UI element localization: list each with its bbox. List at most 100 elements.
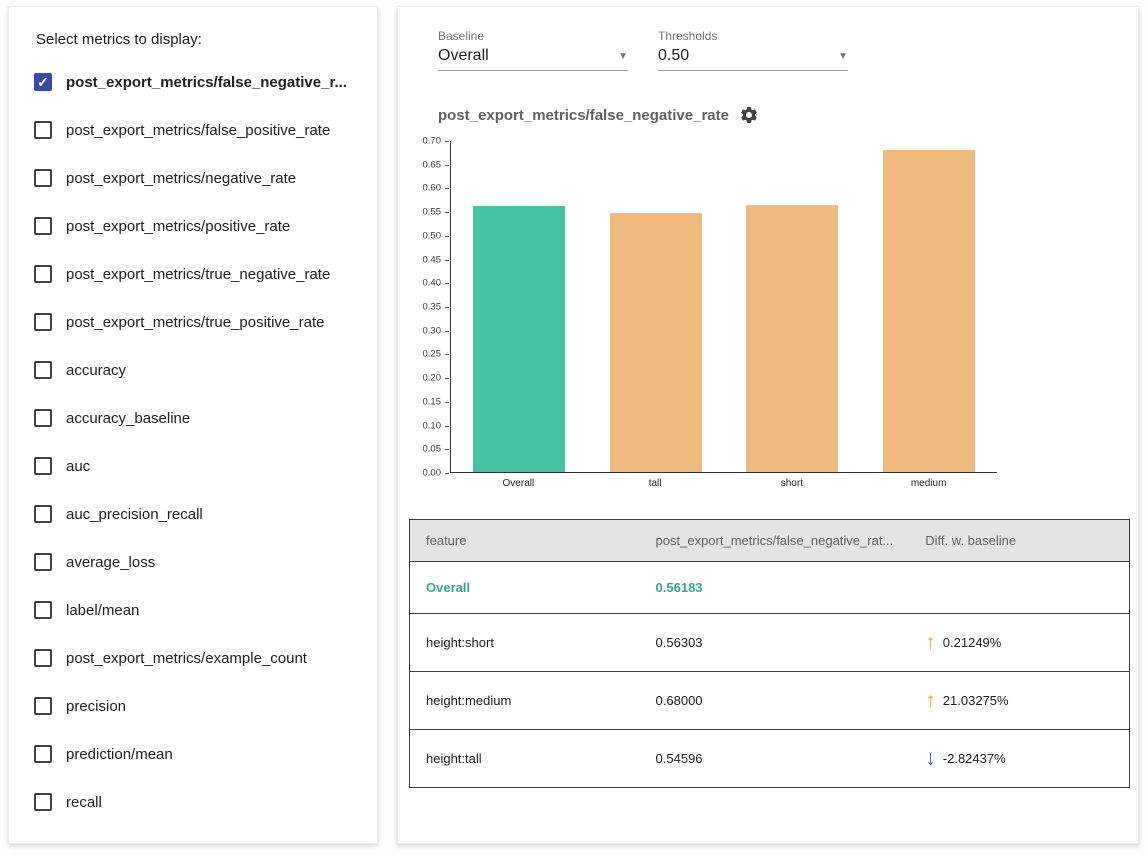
metric-checkbox-item[interactable]: auc_precision_recall xyxy=(27,490,359,538)
y-axis-label: 0.25 xyxy=(423,349,442,360)
checkbox-unchecked-icon[interactable] xyxy=(34,409,52,427)
y-axis-label: 0.40 xyxy=(423,278,442,289)
x-axis-label: tall xyxy=(587,478,724,489)
metric-checkbox-item[interactable]: accuracy xyxy=(27,346,359,394)
table-column-header: feature xyxy=(410,520,640,562)
table-row[interactable]: height:medium0.68000↑21.03275% xyxy=(410,672,1130,730)
bar-slot xyxy=(588,141,725,472)
arrow-up-icon: ↑ xyxy=(925,632,936,653)
thresholds-select-value: 0.50 xyxy=(658,47,689,65)
metric-label: prediction/mean xyxy=(66,746,173,763)
y-axis-tick xyxy=(445,354,449,355)
y-axis-tick xyxy=(445,236,449,237)
baseline-select[interactable]: Baseline Overall ▼ xyxy=(438,29,628,71)
y-axis-label: 0.30 xyxy=(423,325,442,336)
fairness-indicators-app: Select metrics to display: ✓post_export_… xyxy=(0,0,1147,850)
checkbox-unchecked-icon[interactable] xyxy=(34,505,52,523)
controls-row: Baseline Overall ▼ Thresholds 0.50 ▼ xyxy=(438,29,1138,71)
diff-cell xyxy=(909,562,1129,614)
metric-checkbox-item[interactable]: post_export_metrics/positive_rate xyxy=(27,202,359,250)
metric-label: accuracy xyxy=(66,362,126,379)
metric-label: accuracy_baseline xyxy=(66,410,190,427)
table-column-header: post_export_metrics/false_negative_rat..… xyxy=(640,520,910,562)
metric-label: average_loss xyxy=(66,554,155,571)
metric-label: post_export_metrics/true_negative_rate xyxy=(66,266,330,283)
checkbox-unchecked-icon[interactable] xyxy=(34,649,52,667)
y-axis-tick xyxy=(445,188,449,189)
x-axis-label: medium xyxy=(860,478,997,489)
bar-chart: 0.000.050.100.150.200.250.300.350.400.45… xyxy=(398,141,1138,489)
y-axis-tick xyxy=(445,283,449,284)
checkbox-unchecked-icon[interactable] xyxy=(34,121,52,139)
checkbox-checked-icon[interactable]: ✓ xyxy=(34,73,52,91)
metric-checkbox-item[interactable]: accuracy_baseline xyxy=(27,394,359,442)
table-row[interactable]: height:short0.56303 ↑ 0.21249% xyxy=(410,614,1130,672)
metric-checkbox-item[interactable]: precision xyxy=(27,682,359,730)
feature-cell: height:short xyxy=(410,614,640,672)
metric-list: ✓ post_export_metrics/false_negative_r...… xyxy=(27,58,359,826)
table-column-header: Diff. w. baseline xyxy=(909,520,1129,562)
checkbox-unchecked-icon[interactable] xyxy=(34,553,52,571)
metric-checkbox-item[interactable]: post_export_metrics/negative_rate xyxy=(27,154,359,202)
feature-cell: height:medium xyxy=(410,672,640,730)
metric-checkbox-item[interactable]: auc xyxy=(27,442,359,490)
checkbox-unchecked-icon[interactable] xyxy=(34,601,52,619)
diff-cell: ↑ 0.21249% xyxy=(909,614,1129,672)
metric-label: auc_precision_recall xyxy=(66,506,203,523)
checkbox-unchecked-icon[interactable] xyxy=(34,217,52,235)
value-cell: 0.56183 xyxy=(640,562,910,614)
bar-slot xyxy=(724,141,861,472)
table-row[interactable]: Overall0.56183 xyxy=(410,562,1130,614)
feature-cell: height:tall xyxy=(410,730,640,788)
value-cell: 0.56303 xyxy=(640,614,910,672)
thresholds-select[interactable]: Thresholds 0.50 ▼ xyxy=(658,29,848,71)
y-axis-label: 0.10 xyxy=(423,420,442,431)
metric-checkbox-item[interactable]: post_export_metrics/true_positive_rate xyxy=(27,298,359,346)
arrow-up-icon: ↑ xyxy=(925,690,936,711)
x-axis-label: short xyxy=(724,478,861,489)
metric-checkbox-item[interactable]: post_export_metrics/false_positive_rate xyxy=(27,106,359,154)
metric-checkbox-item[interactable]: average_loss xyxy=(27,538,359,586)
bar-medium[interactable] xyxy=(883,150,975,473)
metric-checkbox-item[interactable]: post_export_metrics/example_count xyxy=(27,634,359,682)
feature-cell: Overall xyxy=(410,562,640,614)
value-cell: 0.68000 xyxy=(640,672,910,730)
gear-icon[interactable] xyxy=(739,105,759,125)
chart-header: post_export_metrics/false_negative_rate xyxy=(438,105,1138,125)
metric-checkbox-item[interactable]: post_export_metrics/true_negative_rate xyxy=(27,250,359,298)
metric-label: auc xyxy=(66,458,90,475)
y-axis-tick xyxy=(445,141,449,142)
y-axis-tick xyxy=(445,307,449,308)
metric-label: post_export_metrics/false_positive_rate xyxy=(66,122,330,139)
y-axis-tick xyxy=(445,378,449,379)
metric-select-panel: Select metrics to display: ✓post_export_… xyxy=(8,6,378,844)
checkbox-unchecked-icon[interactable] xyxy=(34,265,52,283)
checkbox-unchecked-icon[interactable] xyxy=(34,313,52,331)
bar-overall[interactable] xyxy=(473,206,565,472)
checkbox-unchecked-icon[interactable] xyxy=(34,361,52,379)
bar-short[interactable] xyxy=(746,205,838,472)
checkbox-unchecked-icon[interactable] xyxy=(34,793,52,811)
metric-label: recall xyxy=(66,794,102,811)
checkbox-unchecked-icon[interactable] xyxy=(34,697,52,715)
checkbox-unchecked-icon[interactable] xyxy=(34,457,52,475)
bar-tall[interactable] xyxy=(610,213,702,472)
metric-label: post_export_metrics/true_positive_rate xyxy=(66,314,324,331)
metric-checkbox-item[interactable]: ✓ post_export_metrics/false_negative_r... xyxy=(27,58,359,106)
diff-cell: ↑21.03275% xyxy=(909,672,1129,730)
y-axis-label: 0.60 xyxy=(423,183,442,194)
checkbox-unchecked-icon[interactable] xyxy=(34,745,52,763)
bar-slot xyxy=(861,141,998,472)
y-axis-label: 0.35 xyxy=(423,302,442,313)
metric-checkbox-item[interactable]: recall xyxy=(27,778,359,826)
metric-label: precision xyxy=(66,698,126,715)
metric-label: post_export_metrics/example_count xyxy=(66,650,307,667)
baseline-select-label: Baseline xyxy=(438,29,628,43)
metric-checkbox-item[interactable]: label/mean xyxy=(27,586,359,634)
checkbox-unchecked-icon[interactable] xyxy=(34,169,52,187)
y-axis-label: 0.45 xyxy=(423,254,442,265)
metric-label: post_export_metrics/false_negative_r... xyxy=(66,74,347,91)
metric-checkbox-item[interactable]: prediction/mean xyxy=(27,730,359,778)
diff-value: 0.21249% xyxy=(943,635,1002,650)
table-row[interactable]: height:tall0.54596↓-2.82437% xyxy=(410,730,1130,788)
